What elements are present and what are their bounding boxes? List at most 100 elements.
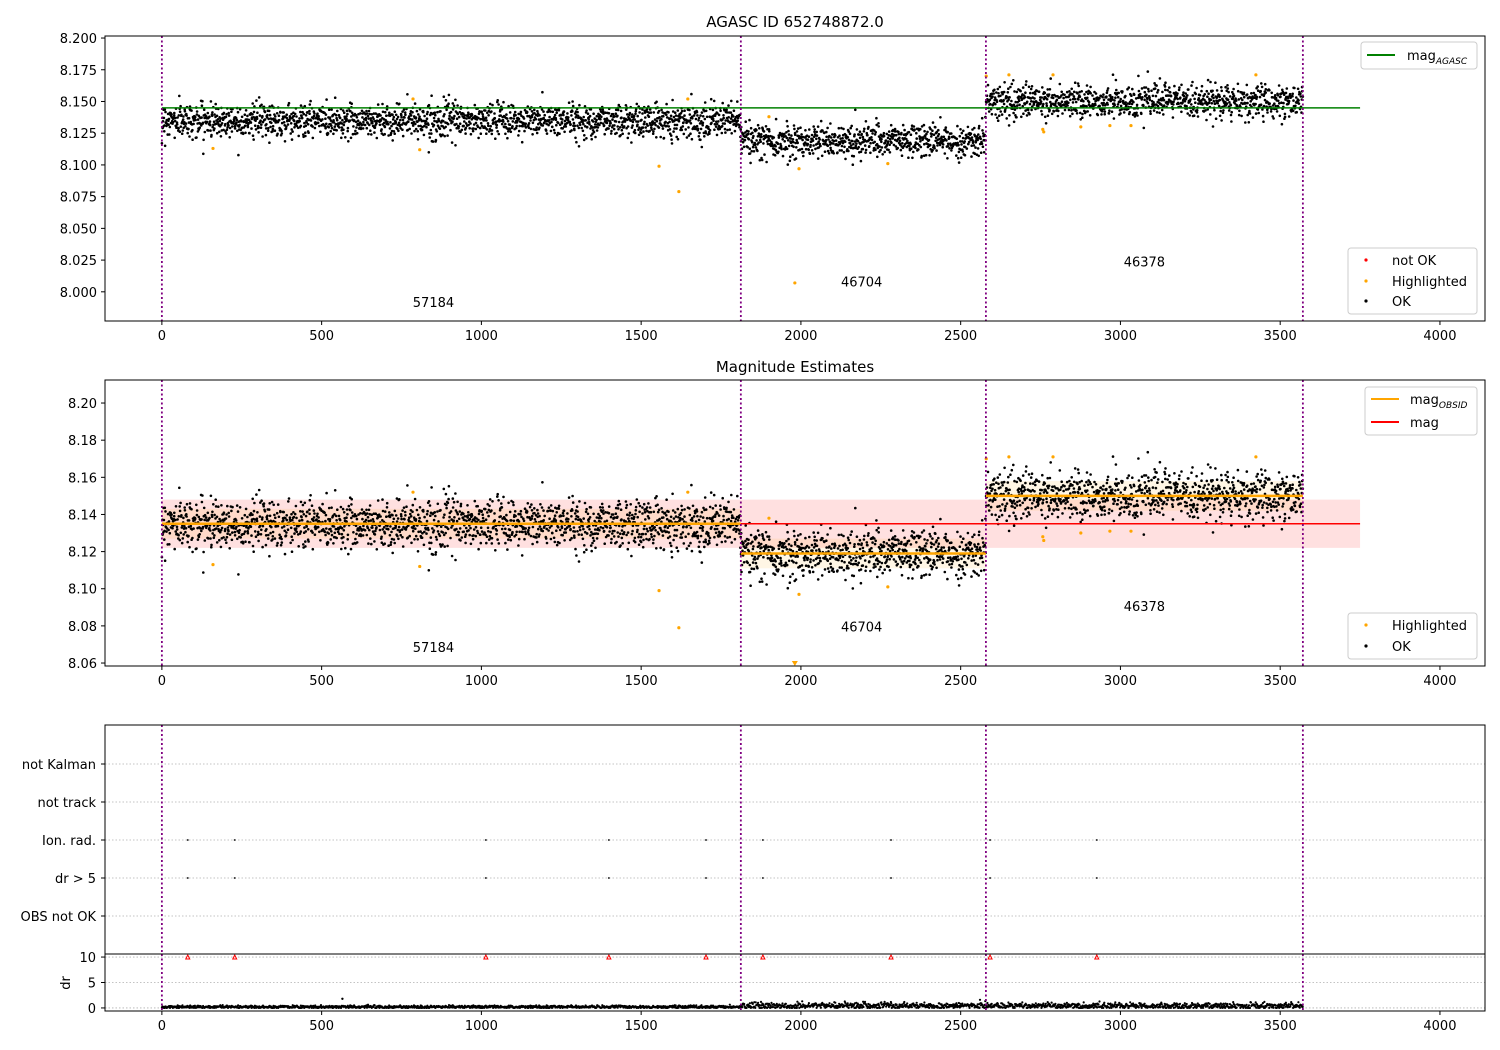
data-point-ok [452, 104, 456, 108]
data-point-ok [487, 514, 490, 518]
data-point-ok [1098, 96, 1101, 100]
data-point-ok [854, 108, 857, 112]
data-point-ok [851, 163, 855, 166]
data-point-ok [450, 554, 454, 558]
data-point-ok [283, 140, 287, 143]
data-point-ok [174, 518, 177, 522]
data-point-ok [1245, 83, 1249, 87]
data-point-ok [316, 112, 319, 115]
data-point-ok [217, 505, 220, 509]
data-point-ok [211, 532, 214, 535]
data-point-ok [346, 538, 350, 541]
data-point-ok [1110, 110, 1114, 113]
data-point-ok [1216, 101, 1219, 105]
data-point-ok [573, 530, 577, 533]
data-point-ok [162, 116, 166, 120]
data-point-ok [871, 132, 874, 135]
data-point-ok [520, 554, 524, 557]
data-point-ok [383, 125, 387, 129]
data-point-ok [304, 540, 307, 543]
data-point-ok [329, 527, 332, 531]
data-point-ok [422, 510, 425, 513]
data-point-ok [1284, 91, 1288, 95]
data-point-ok [212, 536, 216, 540]
data-point-ok [505, 117, 509, 120]
data-point-ok [530, 503, 533, 506]
data-point-ok [870, 136, 873, 139]
data-point-ok [562, 509, 566, 512]
data-point-ok [347, 504, 351, 508]
data-point-ok [305, 525, 309, 528]
data-point-ok [659, 135, 662, 139]
data-point-ok [286, 528, 290, 531]
data-point-ok [794, 157, 798, 160]
data-point-ok [486, 122, 490, 125]
data-point-ok [472, 528, 476, 531]
data-point-ok [774, 117, 778, 121]
data-point-ok [987, 110, 991, 113]
data-point-ok [803, 144, 806, 147]
data-point-ok [1259, 89, 1262, 93]
data-point-ok [926, 130, 929, 134]
data-point-ok [571, 110, 574, 113]
data-point-ok [1040, 96, 1043, 99]
data-point-ok [445, 503, 448, 507]
data-point-ok [571, 118, 575, 121]
data-point-ok [420, 128, 424, 132]
data-point-ok [730, 132, 733, 135]
data-point-ok [907, 156, 910, 159]
data-point-ok [306, 123, 310, 126]
data-point-ok [616, 114, 619, 118]
data-point-ok [302, 112, 306, 116]
data-point-ok [251, 113, 254, 116]
data-point-ok [1041, 86, 1044, 89]
data-point-ok [411, 503, 415, 507]
data-point-ok [715, 133, 719, 137]
data-point-ok [214, 498, 217, 502]
data-point-ok [495, 123, 499, 127]
data-point-ok [852, 154, 856, 158]
data-point-ok [1226, 84, 1229, 87]
data-point-ok [688, 108, 691, 112]
data-point-ok [728, 128, 732, 131]
data-point-ok [538, 114, 541, 117]
data-point-ok [308, 498, 312, 502]
data-point-ok [997, 92, 1000, 95]
data-point-ok [289, 132, 293, 135]
data-point-ok [328, 116, 332, 119]
data-point-ok [1142, 126, 1146, 130]
data-point-ok [396, 534, 399, 538]
data-point-ok [174, 530, 177, 533]
data-point-ok [789, 155, 792, 158]
data-point-ok [459, 504, 463, 508]
data-point-ok [345, 115, 348, 118]
data-point-ok [249, 121, 253, 124]
data-point-ok [170, 113, 173, 116]
data-point-ok [1180, 110, 1183, 114]
data-point-ok [1149, 112, 1152, 115]
data-point-ok [977, 154, 980, 158]
data-point-ok [613, 124, 616, 127]
data-point-ok [452, 117, 456, 120]
data-point-ok [1106, 103, 1109, 106]
data-point-ok [365, 512, 369, 515]
data-point-ok [1206, 78, 1210, 82]
data-point-ok [881, 153, 884, 156]
data-point-ok [1228, 95, 1232, 98]
data-point-ok [1127, 86, 1131, 89]
data-point-ok [515, 525, 519, 528]
data-point-ok [626, 113, 629, 116]
data-point-ok [184, 527, 188, 530]
data-point-ok [806, 142, 810, 146]
data-point-ok [539, 503, 542, 506]
data-point-ok [665, 113, 668, 116]
data-point-ok [183, 110, 187, 113]
data-point-ok [1178, 86, 1181, 89]
data-point-ok [514, 514, 517, 518]
data-point-ok [1292, 99, 1295, 102]
data-point-ok [336, 109, 339, 113]
data-point-ok [1236, 89, 1240, 93]
data-point-ok [201, 99, 204, 103]
data-point-ok [268, 141, 271, 144]
data-point-ok [1162, 104, 1166, 107]
